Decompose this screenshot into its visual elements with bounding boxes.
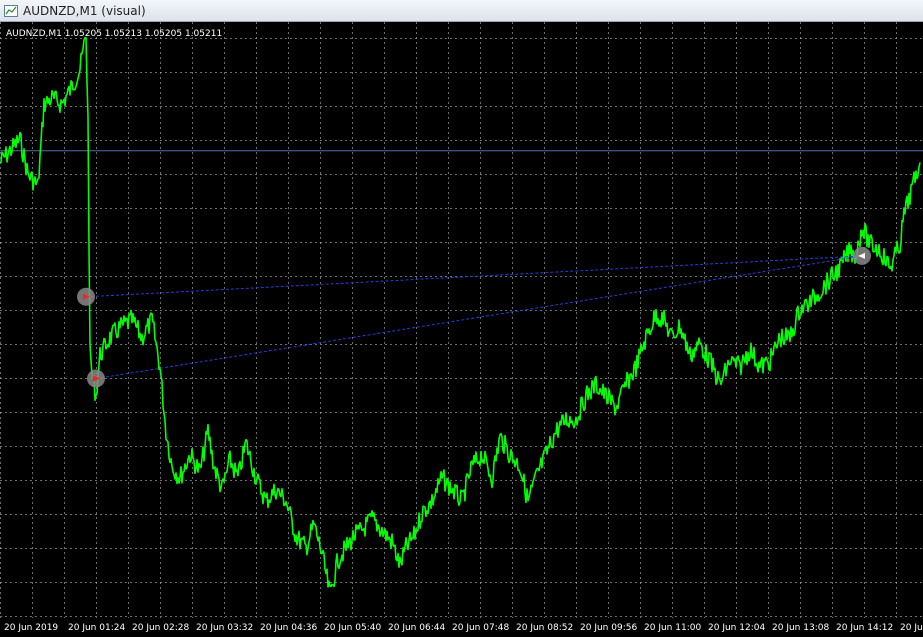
x-tick-label: 20 Jun 13:08 [772,623,829,633]
x-tick-label: 20 Jun 03:32 [196,623,253,633]
chart-window-icon [4,4,18,18]
x-tick-label: 20 Jun 09:56 [580,623,637,633]
x-tick-label: 20 Jun 05:40 [324,623,381,633]
x-tick-label: 20 Jun 08:52 [516,623,573,633]
x-tick-label: 20 Jun 14:12 [836,623,893,633]
chart-ohlc-header: AUDNZD,M1 1.05205 1.05213 1.05205 1.0521… [6,29,223,39]
x-tick-label: 20 Jun 01:24 [68,623,125,633]
x-tick-label: 20 Jun 02:28 [132,623,189,633]
window-titlebar[interactable]: AUDNZD,M1 (visual) [0,0,923,22]
x-tick-label: 20 Jun 07:48 [452,623,509,633]
price-series-line [0,36,921,588]
x-tick-label: 20 Jun 06:44 [388,623,445,633]
window-title: AUDNZD,M1 (visual) [23,3,146,18]
x-tick-label: 20 Jun 11:00 [644,623,701,633]
chart-canvas[interactable]: 20 Jun 2019 20 Jun 01:24 20 Jun 02:28 20 Ju… [0,22,923,637]
x-tick-label: 20 Jun 04:36 [260,623,317,633]
x-tick-label: 20 Jun 12:04 [708,623,765,633]
x-tick-label: 20 Jun 1 [900,623,923,633]
price-chart[interactable]: 20 Jun 2019 20 Jun 01:24 20 Jun 02:28 20 Ju… [0,22,923,637]
x-tick-label: 20 Jun 2019 [4,623,58,633]
